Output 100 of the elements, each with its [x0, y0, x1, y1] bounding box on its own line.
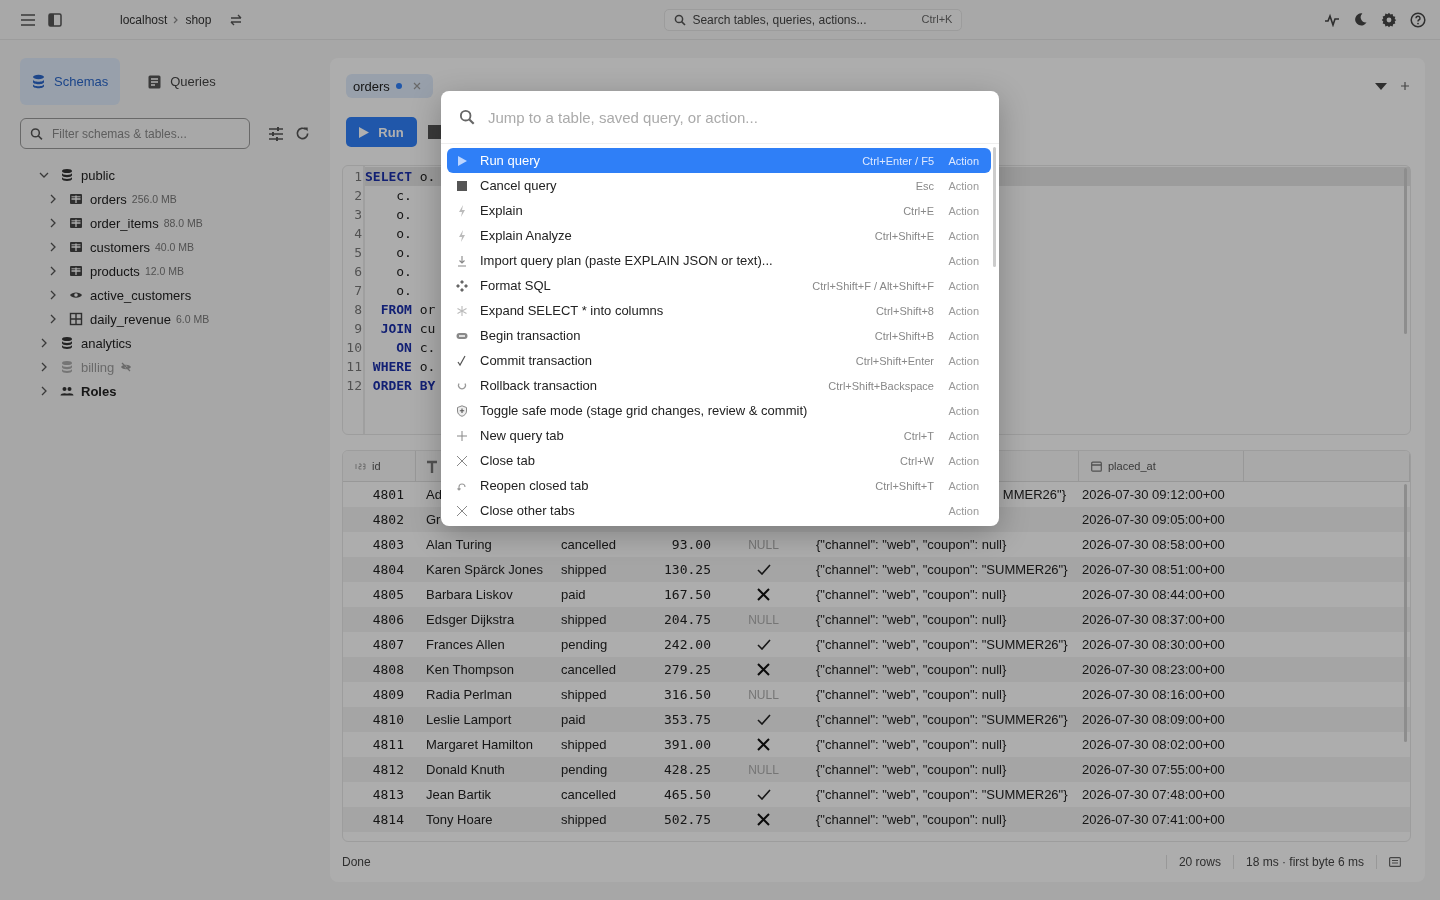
table-cell: 428.25 — [664, 762, 711, 777]
table-cell: 4801 — [372, 487, 404, 502]
shortcut-hint: Ctrl+E — [903, 204, 934, 217]
shortcut-hint: Ctrl+Shift+T — [875, 479, 934, 492]
code-text: or — [419, 301, 436, 319]
table-cell: 2026-07-30 08:30:00+00 — [1082, 637, 1225, 652]
table-cell: shipped — [561, 612, 607, 627]
table-cell: 465.50 — [664, 787, 711, 802]
line-number: 10 — [345, 339, 363, 357]
table-cell: 2026-07-30 07:41:00+00 — [1082, 812, 1225, 827]
code-text: o. — [395, 263, 412, 281]
code-text: o. — [419, 168, 436, 186]
table-cell: 242.00 — [664, 637, 711, 652]
table-cell: 2026-07-30 09:05:00+00 — [1082, 512, 1225, 527]
line-number: 1 — [353, 168, 363, 186]
table-cell: 93.00 — [671, 537, 711, 552]
shortcut-hint: Ctrl+Shift+8 — [875, 304, 934, 317]
table-cell: shipped — [561, 562, 607, 577]
table-cell: 2026-07-30 09:12:00+00 — [1082, 487, 1225, 502]
shortcut-hint: Ctrl+K — [921, 12, 953, 25]
sql-keyword: ORDER — [371, 377, 412, 395]
shortcut-hint: Ctrl+T — [903, 429, 934, 442]
table-cell: {"channel": "web", "coupon": null} — [816, 737, 1007, 752]
table-cell: 4812 — [372, 762, 404, 777]
category-label: Action — [947, 354, 979, 367]
table-cell: 4810 — [372, 712, 404, 727]
table-cell: 4813 — [372, 787, 404, 802]
table-cell: Jean Bartik — [426, 787, 492, 802]
category-label: Action — [947, 204, 979, 217]
table-cell: pending — [561, 637, 608, 652]
shortcut-hint: Ctrl+Shift+Enter — [855, 354, 934, 367]
table-cell: shipped — [561, 812, 607, 827]
sql-keyword: JOIN — [379, 320, 412, 338]
table-cell: Gr — [426, 512, 441, 527]
table-cell: {"channel": "web", "coupon": "SUMMER26"} — [816, 787, 1068, 802]
row-count: 20 rows — [1178, 855, 1221, 869]
table-cell: 4808 — [372, 662, 404, 677]
code-text: cu — [419, 320, 436, 338]
table-cell: shipped — [561, 687, 607, 702]
table-cell: 204.75 — [664, 612, 711, 627]
table-cell: Radia Perlman — [426, 687, 512, 702]
category-label: Action — [947, 429, 979, 442]
table-cell: 167.50 — [664, 587, 711, 602]
code-text: o. — [395, 244, 412, 262]
table-cell: {"channel": "web", "coupon": null} — [816, 612, 1007, 627]
table-cell: 2026-07-30 08:58:00+00 — [1082, 537, 1225, 552]
table-cell: paid — [561, 587, 586, 602]
code-text: o. — [419, 358, 436, 376]
table-cell: 2026-07-30 08:37:00+00 — [1082, 612, 1225, 627]
table-cell: 2026-07-30 08:51:00+00 — [1082, 562, 1225, 577]
table-cell: MMER26"} — [1002, 487, 1066, 502]
code-text: o. — [395, 225, 412, 243]
line-number: 4 — [353, 225, 363, 243]
code-text: o. — [395, 206, 412, 224]
table-cell: 4809 — [372, 687, 404, 702]
line-number: 12 — [345, 377, 363, 395]
category-label: Action — [947, 254, 979, 267]
category-label: Action — [947, 329, 979, 342]
table-cell: 2026-07-30 07:48:00+00 — [1082, 787, 1225, 802]
line-number: 8 — [353, 301, 363, 319]
sql-keyword: FROM — [379, 301, 412, 319]
sql-keyword: ON — [395, 339, 412, 357]
sql-keyword: SELECT — [365, 168, 412, 186]
table-cell: paid — [561, 712, 586, 727]
table-cell: {"channel": "web", "coupon": null} — [816, 662, 1007, 677]
table-cell: Ad — [426, 487, 442, 502]
table-cell: shipped — [561, 737, 607, 752]
table-cell: {"channel": "web", "coupon": "SUMMER26"} — [816, 562, 1068, 577]
table-cell: {"channel": "web", "coupon": null} — [816, 537, 1007, 552]
table-cell: 316.50 — [664, 687, 711, 702]
table-cell: 4807 — [372, 637, 404, 652]
table-cell: Alan Turing — [426, 537, 492, 552]
table-cell: pending — [561, 762, 608, 777]
shortcut-hint: Ctrl+Enter / F5 — [862, 154, 934, 167]
table-cell: 391.00 — [664, 737, 711, 752]
table-cell: 4814 — [372, 812, 404, 827]
line-number: 6 — [353, 263, 363, 281]
category-label: Action — [947, 154, 979, 167]
table-cell: 130.25 — [664, 562, 711, 577]
table-cell: 2026-07-30 08:23:00+00 — [1082, 662, 1225, 677]
table-cell: Ken Thompson — [426, 662, 514, 677]
shortcut-hint: Ctrl+Shift+Backspace — [828, 379, 934, 392]
category-label: Action — [947, 179, 979, 192]
table-cell: cancelled — [561, 662, 616, 677]
table-cell: Barbara Liskov — [426, 587, 513, 602]
shortcut-hint: Ctrl+W — [900, 454, 934, 467]
table-cell: 4802 — [372, 512, 404, 527]
code-text: c. — [419, 339, 436, 357]
line-number: 9 — [353, 320, 363, 338]
category-label: Action — [947, 379, 979, 392]
table-cell: {"channel": "web", "coupon": null} — [816, 587, 1007, 602]
status-message: Done — [342, 855, 371, 869]
table-cell: 2026-07-30 08:16:00+00 — [1082, 687, 1225, 702]
shortcut-hint: Ctrl+Shift+F / Alt+Shift+F — [812, 279, 934, 292]
table-cell: cancelled — [561, 787, 616, 802]
table-cell: 4803 — [372, 537, 404, 552]
table-cell: Donald Knuth — [426, 762, 505, 777]
category-label: Action — [947, 504, 979, 517]
table-cell: 4811 — [372, 737, 404, 752]
table-cell: 4805 — [372, 587, 404, 602]
